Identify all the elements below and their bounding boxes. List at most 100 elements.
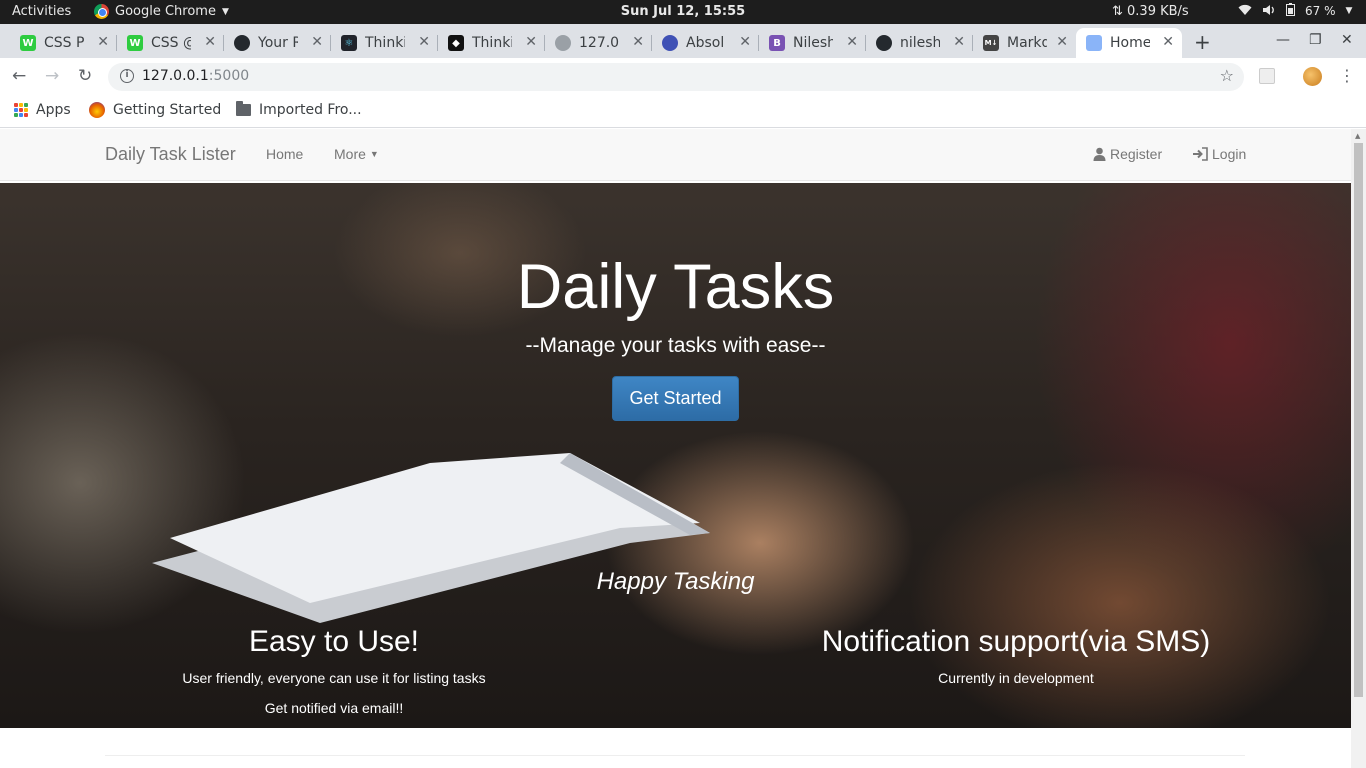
page-icon <box>1086 35 1102 51</box>
feature-text: Currently in development <box>938 670 1094 686</box>
bookmark-getting-started[interactable]: Getting Started <box>89 102 221 118</box>
browser-tab[interactable]: M↓ Markd ✕ <box>973 28 1076 58</box>
bookmark-label: Getting Started <box>113 102 222 118</box>
tab-strip: W CSS Ps ✕ W CSS @ ✕ Your R ✕ ⚛ Thinki ✕… <box>0 24 1366 58</box>
tab-label: CSS @ <box>151 35 191 51</box>
battery-level: 67 % <box>1305 4 1336 18</box>
info-icon[interactable]: i <box>120 69 134 83</box>
page-scrollbar[interactable]: ▲ <box>1351 129 1366 768</box>
url-text[interactable]: 127.0.0.1:5000 <box>142 68 249 84</box>
close-icon[interactable]: ✕ <box>1162 34 1174 50</box>
nav-more-dropdown[interactable]: More ▼ <box>334 146 379 162</box>
hero-tagline: Happy Tasking <box>596 568 755 595</box>
chevron-down-icon: ▼ <box>1345 6 1353 16</box>
bookmark-star-icon[interactable]: ☆ <box>1220 66 1234 85</box>
close-icon[interactable]: ✕ <box>418 34 430 50</box>
bookmark-apps[interactable]: Apps <box>14 102 71 118</box>
hero-subtitle: --Manage your tasks with ease-- <box>525 334 826 357</box>
tab-label: Thinki <box>365 35 405 51</box>
system-top-bar: Activities Google Chrome ▼ Sun Jul 12, 1… <box>0 0 1366 24</box>
app-menu[interactable]: Google Chrome ▼ <box>94 4 229 19</box>
tab-label: Absol <box>686 35 725 51</box>
browser-toolbar: ← → ↻ i 127.0.0.1:5000 ☆ <box>0 58 1366 96</box>
back-icon[interactable]: ← <box>12 66 26 86</box>
close-window-icon[interactable]: ✕ <box>1341 32 1353 48</box>
divider <box>105 755 1245 756</box>
close-icon[interactable]: ✕ <box>311 34 323 50</box>
scrollbar-thumb[interactable] <box>1354 143 1363 697</box>
nav-more-label: More <box>334 146 366 162</box>
close-icon[interactable]: ✕ <box>739 34 751 50</box>
reload-icon[interactable]: ↻ <box>78 66 92 86</box>
network-speed: ⇅ 0.39 KB/s <box>1112 4 1189 19</box>
app-menu-label: Google Chrome <box>115 4 216 19</box>
caret-down-icon: ▼ <box>369 149 379 159</box>
profile-avatar[interactable] <box>1303 67 1322 86</box>
new-tab-button[interactable]: + <box>1194 30 1211 54</box>
minimize-icon[interactable]: — <box>1276 32 1290 48</box>
browser-tab[interactable]: B Nilesh ✕ <box>759 28 866 58</box>
get-started-button[interactable]: Get Started <box>612 376 739 421</box>
globe-icon <box>555 35 571 51</box>
bookmarks-bar: Apps Getting Started Imported Fro... <box>0 96 1366 128</box>
scroll-up-icon[interactable]: ▲ <box>1355 132 1360 140</box>
nav-home-link[interactable]: Home <box>266 146 303 162</box>
close-icon[interactable]: ✕ <box>204 34 216 50</box>
wifi-icon <box>1238 4 1252 19</box>
close-icon[interactable]: ✕ <box>525 34 537 50</box>
forward-icon[interactable]: → <box>45 66 59 86</box>
kebab-menu-icon[interactable]: ⋮ <box>1339 66 1355 85</box>
browser-tab-active[interactable]: Home ✕ <box>1076 28 1182 58</box>
user-icon <box>1093 147 1106 161</box>
browser-tab[interactable]: ◆ Thinki ✕ <box>438 28 545 58</box>
bookmark-label: Apps <box>36 102 71 118</box>
react-icon: ⚛ <box>341 35 357 51</box>
close-icon[interactable]: ✕ <box>953 34 965 50</box>
hero-title: Daily Tasks <box>516 252 835 322</box>
github-icon <box>876 35 892 51</box>
close-icon[interactable]: ✕ <box>97 34 109 50</box>
browser-tab[interactable]: Your R ✕ <box>224 28 331 58</box>
bookmark-folder-imported[interactable]: Imported Fro... <box>236 101 362 118</box>
feature-text: Get notified via email!! <box>264 700 404 716</box>
nav-register-link[interactable]: Register <box>1093 146 1162 162</box>
apps-grid-icon <box>14 103 28 117</box>
address-bar[interactable]: i 127.0.0.1:5000 ☆ <box>108 63 1244 91</box>
web-page: Daily Task Lister Home More ▼ Register L… <box>0 129 1351 768</box>
nav-login-link[interactable]: Login <box>1193 146 1246 162</box>
bootstrap-icon: B <box>769 35 785 51</box>
tab-label: CSS Ps <box>44 35 84 51</box>
nav-register-label: Register <box>1110 146 1163 162</box>
tab-label: Thinki <box>472 35 512 51</box>
activities-button[interactable]: Activities <box>12 4 71 19</box>
folder-icon <box>236 101 251 116</box>
css-icon: W <box>20 35 36 51</box>
hero-section: Daily Tasks --Manage your tasks with eas… <box>0 183 1351 728</box>
css-icon: W <box>127 35 143 51</box>
nav-login-label: Login <box>1212 146 1247 162</box>
browser-tab[interactable]: 127.0.0 ✕ <box>545 28 652 58</box>
browser-tab[interactable]: W CSS Ps ✕ <box>10 28 117 58</box>
system-tray[interactable]: 67 % ▼ <box>1238 3 1352 19</box>
restore-icon[interactable]: ❐ <box>1309 32 1322 48</box>
tab-label: Home <box>1110 35 1150 51</box>
extension-icon[interactable] <box>1259 68 1275 84</box>
paper-illustration <box>152 453 710 623</box>
feature-title: Notification support(via SMS) <box>821 625 1211 658</box>
firefox-icon <box>89 102 105 118</box>
close-icon[interactable]: ✕ <box>632 34 644 50</box>
feature-title: Easy to Use! <box>248 625 420 658</box>
close-icon[interactable]: ✕ <box>846 34 858 50</box>
close-icon[interactable]: ✕ <box>1056 34 1068 50</box>
chrome-icon <box>94 4 109 19</box>
battery-icon <box>1286 3 1295 19</box>
bookmark-label: Imported Fro... <box>259 102 362 118</box>
browser-tab[interactable]: W CSS @ ✕ <box>117 28 224 58</box>
codesandbox-icon: ◆ <box>448 35 464 51</box>
browser-tab[interactable]: Absol ✕ <box>652 28 759 58</box>
browser-tab[interactable]: ⚛ Thinki ✕ <box>331 28 438 58</box>
tab-label: Markd <box>1007 35 1047 51</box>
browser-tab[interactable]: nilesh ✕ <box>866 28 973 58</box>
github-icon <box>234 35 250 51</box>
site-brand[interactable]: Daily Task Lister <box>105 144 236 165</box>
